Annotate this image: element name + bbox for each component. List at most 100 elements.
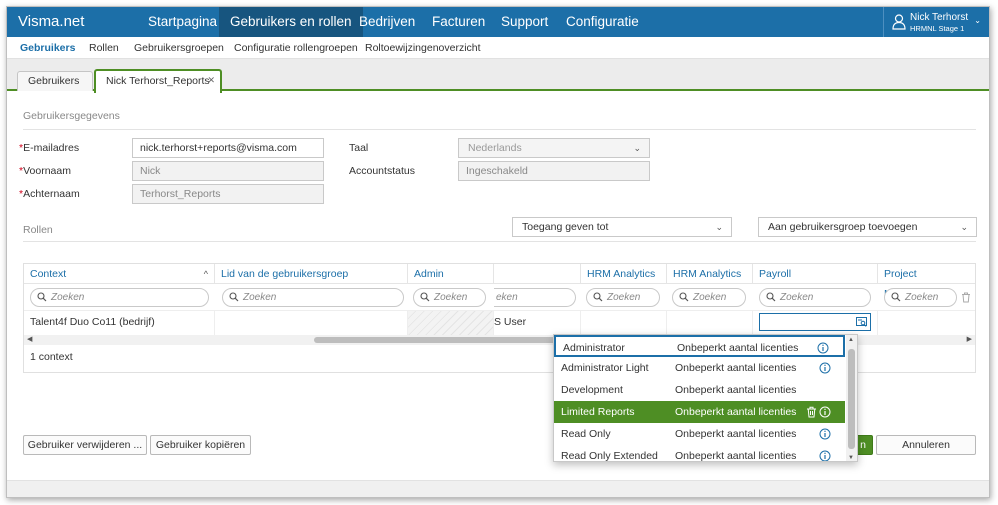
list-item-administrator-light[interactable]: Administrator Light Onbeperkt aantal lic… (554, 357, 845, 379)
divider (23, 241, 976, 242)
scroll-left-icon[interactable]: ◀ (27, 335, 32, 345)
subnav-rollen[interactable]: Rollen (89, 42, 119, 54)
tab-label: Gebruikers (28, 75, 80, 87)
grid-header: Context ^ Lid van de gebruikersgroep Admi… (24, 264, 975, 300)
search-icon (891, 292, 901, 302)
user-menu[interactable]: Nick Terhorst HRMNL Stage 1 ⌄ (883, 7, 989, 37)
account-status-field[interactable]: Ingeschakeld (458, 161, 650, 181)
last-name-field[interactable]: Terhorst_Reports (132, 184, 324, 204)
search-input[interactable]: Zoeken (413, 288, 486, 307)
email-field[interactable]: nick.terhorst+reports@visma.com (132, 138, 324, 158)
footer-band (7, 480, 989, 497)
search-input[interactable]: Zoeken (672, 288, 746, 307)
list-item-read-only-extended[interactable]: Read Only Extended Onbeperkt aantal lice… (554, 445, 845, 462)
search-icon (679, 292, 689, 302)
cancel-button[interactable]: Annuleren (876, 435, 976, 455)
language-select[interactable]: Nederlands ⌄ (458, 138, 650, 158)
delete-user-button[interactable]: Gebruiker verwijderen ... (23, 435, 147, 455)
nav-gebruikers-en-rollen[interactable]: Gebruikers en rollen (219, 7, 363, 37)
chevron-down-icon: ⌄ (960, 222, 968, 232)
project-management-cell (878, 311, 975, 335)
list-item-administrator[interactable]: Administrator Onbeperkt aantal licenties (554, 335, 845, 357)
tab-label: Nick Terhorst_Reports (106, 75, 210, 87)
copy-user-button[interactable]: Gebruiker kopiëren (150, 435, 251, 455)
divider (23, 129, 976, 130)
first-name-label: *Voornaam (19, 165, 71, 177)
column-header-hrm-analytics-1[interactable]: HRM Analytics (581, 264, 667, 284)
nav-configuratie[interactable]: Configuratie (555, 7, 650, 37)
search-icon (766, 292, 776, 302)
section-title-roles: Rollen (23, 224, 53, 236)
trash-icon[interactable] (961, 292, 971, 303)
payroll-role-picker[interactable] (759, 313, 871, 331)
picker-icon (856, 317, 867, 327)
tab-user-detail[interactable]: Nick Terhorst_Reports ✕ (94, 69, 222, 93)
search-icon (420, 292, 430, 302)
language-label: Taal (349, 142, 369, 154)
context-count: 1 context (30, 351, 73, 363)
search-input[interactable]: Zoeken (586, 288, 660, 307)
subnav-roltoewijzingenoverzicht[interactable]: Roltoewijzingenoverzicht (365, 42, 481, 54)
section-title-user-details: Gebruikersgegevens (23, 110, 120, 122)
info-icon[interactable] (819, 428, 831, 440)
list-item-development[interactable]: Development Onbeperkt aantal licenties (554, 379, 845, 401)
search-input[interactable]: Zoeken (222, 288, 404, 307)
nav-support[interactable]: Support (490, 7, 559, 37)
scroll-up-icon[interactable]: ▲ (848, 337, 854, 343)
group-dropdown-label: Aan gebruikersgroep toevoegen (768, 221, 918, 233)
info-icon[interactable] (819, 362, 831, 374)
vertical-scrollbar[interactable]: ▲ ▼ (846, 335, 857, 461)
search-input[interactable]: Zoeken (884, 288, 957, 307)
top-nav: Visma.net Admin ⌄ Startpagina Gebruikers … (7, 7, 989, 60)
info-icon[interactable] (819, 450, 831, 462)
subnav-gebruikersgroepen[interactable]: Gebruikersgroepen (134, 42, 224, 54)
scroll-right-icon[interactable]: ▶ (967, 335, 972, 345)
search-input[interactable]: eken (494, 288, 576, 307)
column-header-context[interactable]: Context ^ (24, 264, 215, 284)
column-header-group[interactable]: Lid van de gebruikersgroep (215, 264, 408, 284)
list-item-limited-reports[interactable]: Limited Reports Onbeperkt aantal licenti… (554, 401, 845, 423)
payroll-cell (753, 311, 878, 335)
nav-bedrijven[interactable]: Bedrijven (348, 7, 426, 37)
admin-cell-disabled (408, 311, 494, 335)
tab-strip: Gebruikers Nick Terhorst_Reports ✕ (7, 59, 989, 93)
user-context: HRMNL Stage 1 (910, 24, 965, 33)
group-dropdown[interactable]: Aan gebruikersgroep toevoegen ⌄ (758, 217, 977, 237)
table-row[interactable]: Talent4f Duo Co11 (bedrijf) S User (24, 311, 975, 335)
info-icon[interactable] (817, 342, 829, 354)
first-name-field[interactable]: Nick (132, 161, 324, 181)
search-input[interactable]: Zoeken (759, 288, 871, 307)
sort-asc-icon: ^ (203, 269, 208, 279)
tab-gebruikers[interactable]: Gebruikers (17, 71, 93, 91)
access-dropdown-label: Toegang geven tot (522, 221, 609, 233)
role-dropdown-list[interactable]: Administrator Onbeperkt aantal licenties… (553, 334, 858, 462)
subnav-configuratie-rollengroepen[interactable]: Configuratie rollengroepen (234, 42, 358, 54)
scroll-thumb[interactable] (848, 349, 855, 449)
search-input[interactable]: Zoeken (30, 288, 209, 307)
app-window: Visma.net Admin ⌄ Startpagina Gebruikers … (6, 6, 990, 498)
column-header-hidden[interactable] (494, 264, 581, 284)
chevron-down-icon: ⌄ (633, 143, 641, 153)
user-icon (892, 14, 906, 30)
nav-facturen[interactable]: Facturen (421, 7, 496, 37)
context-cell: Talent4f Duo Co11 (bedrijf) (24, 311, 215, 335)
close-icon[interactable]: ✕ (207, 70, 215, 90)
access-dropdown[interactable]: Toegang geven tot ⌄ (512, 217, 732, 237)
app-switcher[interactable]: Visma.net Admin ⌄ (7, 7, 135, 60)
hrm-analytics-cell (667, 311, 753, 335)
column-header-admin[interactable]: Admin (408, 264, 494, 284)
column-header-project-management[interactable]: Project Management (878, 264, 975, 300)
list-item-read-only[interactable]: Read Only Onbeperkt aantal licenties (554, 423, 845, 445)
info-icon[interactable] (819, 406, 831, 418)
search-icon (593, 292, 603, 302)
trash-icon[interactable] (806, 406, 817, 418)
chevron-down-icon: ⌄ (974, 16, 981, 25)
last-name-label: *Achternaam (19, 188, 80, 200)
search-icon (229, 292, 239, 302)
column-header-hrm-analytics-2[interactable]: HRM Analytics (667, 264, 753, 284)
subnav-gebruikers[interactable]: Gebruikers (20, 42, 75, 54)
search-icon (37, 292, 47, 302)
scroll-down-icon[interactable]: ▼ (848, 455, 854, 461)
column-header-payroll[interactable]: Payroll (753, 264, 878, 284)
nav-startpagina[interactable]: Startpagina (137, 7, 228, 37)
